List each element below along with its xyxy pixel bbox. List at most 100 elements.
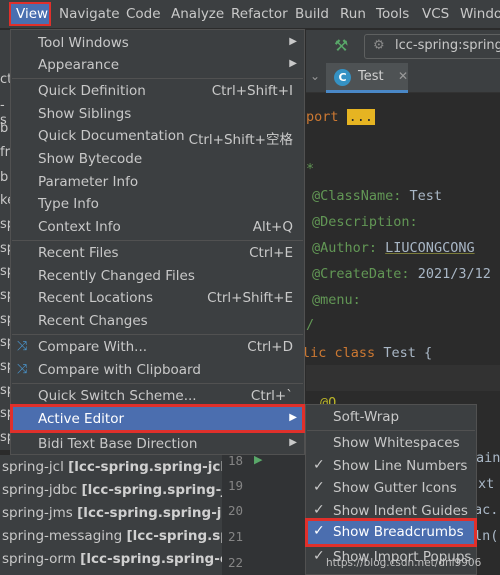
menu-item-appearance[interactable]: Appearance ▶ [12, 54, 303, 76]
view-menu: Tool Windows ▶ Appearance ▶ Quick Definiti… [10, 29, 305, 455]
checkmark-icon: ✓ [313, 502, 325, 518]
project-tree: spring-jcl [lcc-spring.spring-jcl] sprin… [0, 455, 261, 575]
doc-value: Test [409, 188, 443, 204]
menu-item-context-info[interactable]: Context Info Alt+Q [12, 216, 303, 238]
menu-separator [12, 383, 303, 384]
editor-gutter: 18 19 20 21 22 ▶ [222, 453, 306, 575]
line-number: 19 [228, 478, 244, 493]
menu-code[interactable]: Code [126, 6, 161, 22]
doc-tag: @menu: [312, 292, 361, 308]
menu-vcs[interactable]: VCS [422, 6, 449, 22]
menu-run[interactable]: Run [340, 6, 366, 22]
code-keyword: lic [302, 345, 327, 361]
menu-separator [12, 240, 303, 241]
checkmark-icon: ✓ [313, 479, 325, 495]
code-fragment: ac. [474, 502, 499, 518]
menu-item-recent-changes[interactable]: Recent Changes [12, 310, 303, 332]
menu-item-recent-files[interactable]: Recent Files Ctrl+E [12, 242, 303, 264]
build-hammer-icon[interactable]: ⚒ [334, 36, 348, 55]
menu-item-recently-changed-files[interactable]: Recently Changed Files [12, 265, 303, 287]
menu-build[interactable]: Build [295, 6, 329, 22]
submenu-item-show-gutter-icons[interactable]: ✓ Show Gutter Icons [307, 477, 475, 499]
active-editor-submenu: Soft-Wrap Show Whitespaces ✓ Show Line N… [305, 404, 477, 575]
submenu-item-show-line-numbers[interactable]: ✓ Show Line Numbers [307, 455, 475, 477]
code-fragment: ln( [474, 528, 499, 544]
close-icon[interactable]: ✕ [398, 69, 408, 83]
tree-item[interactable]: spring-jcl [lcc-spring.spring-jcl] [2, 459, 231, 475]
doc-value: LIUCONGCONG [385, 240, 475, 256]
menu-item-parameter-info[interactable]: Parameter Info [12, 171, 303, 193]
line-number: 18 [228, 453, 244, 468]
menu-item-active-editor[interactable]: Active Editor ▶ [10, 404, 305, 433]
class-icon: C [334, 69, 351, 86]
tree-item[interactable]: spring-jdbc [lcc-spring.spring-jdbc] [2, 482, 259, 498]
doc-tag: @ClassName: [312, 188, 402, 204]
menu-separator [12, 78, 303, 79]
run-config-label: lcc-spring:spring- [395, 38, 500, 53]
panel-fragment: b [0, 121, 9, 136]
code-line: * [306, 161, 315, 177]
submenu-item-show-indent-guides[interactable]: ✓ Show Indent Guides [307, 500, 475, 522]
menu-item-tool-windows[interactable]: Tool Windows ▶ [12, 32, 303, 54]
menu-item-quick-switch-scheme[interactable]: Quick Switch Scheme... Ctrl+` [12, 385, 303, 407]
watermark: https://blog.csdn.net/dnl9906 [326, 557, 482, 569]
code-fragment: xt [478, 476, 495, 492]
line-number: 21 [228, 529, 244, 544]
run-config-icon: ⚙ [373, 38, 385, 53]
menu-bar: View Navigate Code Analyze Refactor Buil… [0, 0, 500, 29]
code-keyword: class [334, 345, 376, 361]
folded-imports[interactable]: ... [346, 109, 376, 125]
menu-window[interactable]: Window [460, 6, 500, 22]
menu-item-quick-definition[interactable]: Quick Definition Ctrl+Shift+I [12, 80, 303, 102]
menu-refactor[interactable]: Refactor [231, 6, 288, 22]
code-fragment: ain [476, 450, 500, 466]
current-line-highlight [306, 365, 500, 391]
tree-item[interactable]: spring-jms [lcc-spring.spring-jms] [2, 505, 250, 521]
tab-label: Test [358, 69, 384, 84]
class-name: Test { [383, 345, 433, 361]
project-panel-edge: ct -s b fr b ke sp sp sp sp sp sp sp sp … [0, 30, 15, 469]
compare-icon: ⤨ [17, 339, 28, 354]
menu-analyze[interactable]: Analyze [171, 6, 224, 22]
main-toolbar: ⚒ ⚙ lcc-spring:spring- [306, 30, 500, 63]
menu-item-recent-locations[interactable]: Recent Locations Ctrl+Shift+E [12, 287, 303, 309]
menu-tools[interactable]: Tools [376, 6, 409, 22]
menu-item-type-info[interactable]: Type Info [12, 193, 303, 215]
tree-item[interactable]: spring-orm [lcc-spring.spring-orm] [2, 551, 256, 567]
menu-separator [307, 430, 475, 431]
tab-test[interactable]: C Test ✕ [326, 63, 408, 93]
submenu-arrow-icon: ▶ [289, 58, 297, 69]
editor-tab-bar: ⌄ C Test ✕ [306, 63, 500, 93]
checkmark-icon: ✓ [313, 548, 325, 564]
submenu-arrow-icon: ▶ [289, 412, 297, 423]
checkmark-icon: ✓ [313, 457, 325, 473]
code-line: / [306, 317, 315, 333]
doc-tag: @Description: [312, 214, 418, 230]
menu-item-show-siblings[interactable]: Show Siblings [12, 103, 303, 125]
menu-item-bidi-text-base-direction[interactable]: Bidi Text Base Direction ▶ [12, 433, 303, 455]
code-keyword: port [306, 109, 339, 125]
run-configuration-selector[interactable]: ⚙ lcc-spring:spring- [364, 34, 500, 59]
doc-tag: @Author: [312, 240, 378, 256]
doc-value: 2021/3/12 1 [417, 266, 500, 282]
submenu-arrow-icon: ▶ [289, 36, 297, 47]
panel-fragment: fr [0, 145, 10, 160]
line-number: 20 [228, 503, 244, 518]
menu-item-compare-with[interactable]: ⤨ Compare With... Ctrl+D [12, 336, 303, 358]
submenu-item-show-whitespaces[interactable]: Show Whitespaces [307, 432, 475, 454]
menu-navigate[interactable]: Navigate [59, 6, 120, 22]
menu-view[interactable]: View [9, 2, 51, 26]
checkmark-icon: ✓ [313, 523, 325, 539]
clipboard-compare-icon: ⤨ [17, 362, 28, 377]
menu-separator [12, 334, 303, 335]
chevron-down-icon[interactable]: ⌄ [310, 69, 320, 83]
line-number: 22 [228, 555, 244, 570]
submenu-item-show-breadcrumbs[interactable]: ✓ Show Breadcrumbs [305, 518, 477, 547]
panel-fragment: b [0, 170, 9, 185]
menu-item-quick-documentation[interactable]: Quick Documentation Ctrl+Shift+空格 [12, 125, 303, 148]
submenu-item-soft-wrap[interactable]: Soft-Wrap [307, 406, 475, 428]
menu-item-compare-with-clipboard[interactable]: ⤨ Compare with Clipboard [12, 359, 303, 381]
menu-item-show-bytecode[interactable]: Show Bytecode [12, 148, 303, 170]
doc-tag: @CreateDate: [312, 266, 410, 282]
submenu-arrow-icon: ▶ [289, 437, 297, 448]
